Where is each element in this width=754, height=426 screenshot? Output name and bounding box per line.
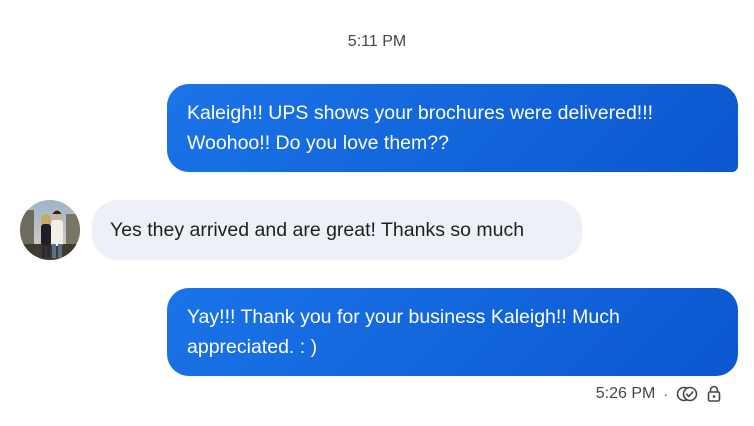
message-text: Yes they arrived and are great! Thanks s… bbox=[110, 219, 525, 241]
message-time: 5:26 PM bbox=[595, 385, 656, 402]
message-text-line: Yay!!! Thank you for your business Kalei… bbox=[187, 306, 620, 328]
separator-dot: · bbox=[663, 386, 668, 402]
message-text-line: Kaleigh!! UPS shows your brochures were … bbox=[187, 102, 654, 124]
incoming-message-bubble[interactable]: Yes they arrived and are great! Thanks s… bbox=[92, 200, 582, 260]
message-status-row: 5:26 PM · bbox=[596, 383, 722, 405]
double-check-circle-icon bbox=[676, 384, 698, 404]
conversation-thread: 5:11 PM Kaleigh!! UPS shows your brochur… bbox=[0, 0, 754, 426]
lock-icon bbox=[706, 384, 722, 404]
message-text-line: appreciated. : ) bbox=[187, 336, 318, 358]
outgoing-message-bubble[interactable]: Kaleigh!! UPS shows your brochures were … bbox=[167, 84, 738, 172]
time-divider: 5:11 PM bbox=[347, 33, 407, 50]
avatar[interactable] bbox=[20, 200, 80, 260]
message-text-line: Woohoo!! Do you love them?? bbox=[187, 132, 449, 154]
outgoing-message-bubble[interactable]: Yay!!! Thank you for your business Kalei… bbox=[167, 288, 738, 376]
